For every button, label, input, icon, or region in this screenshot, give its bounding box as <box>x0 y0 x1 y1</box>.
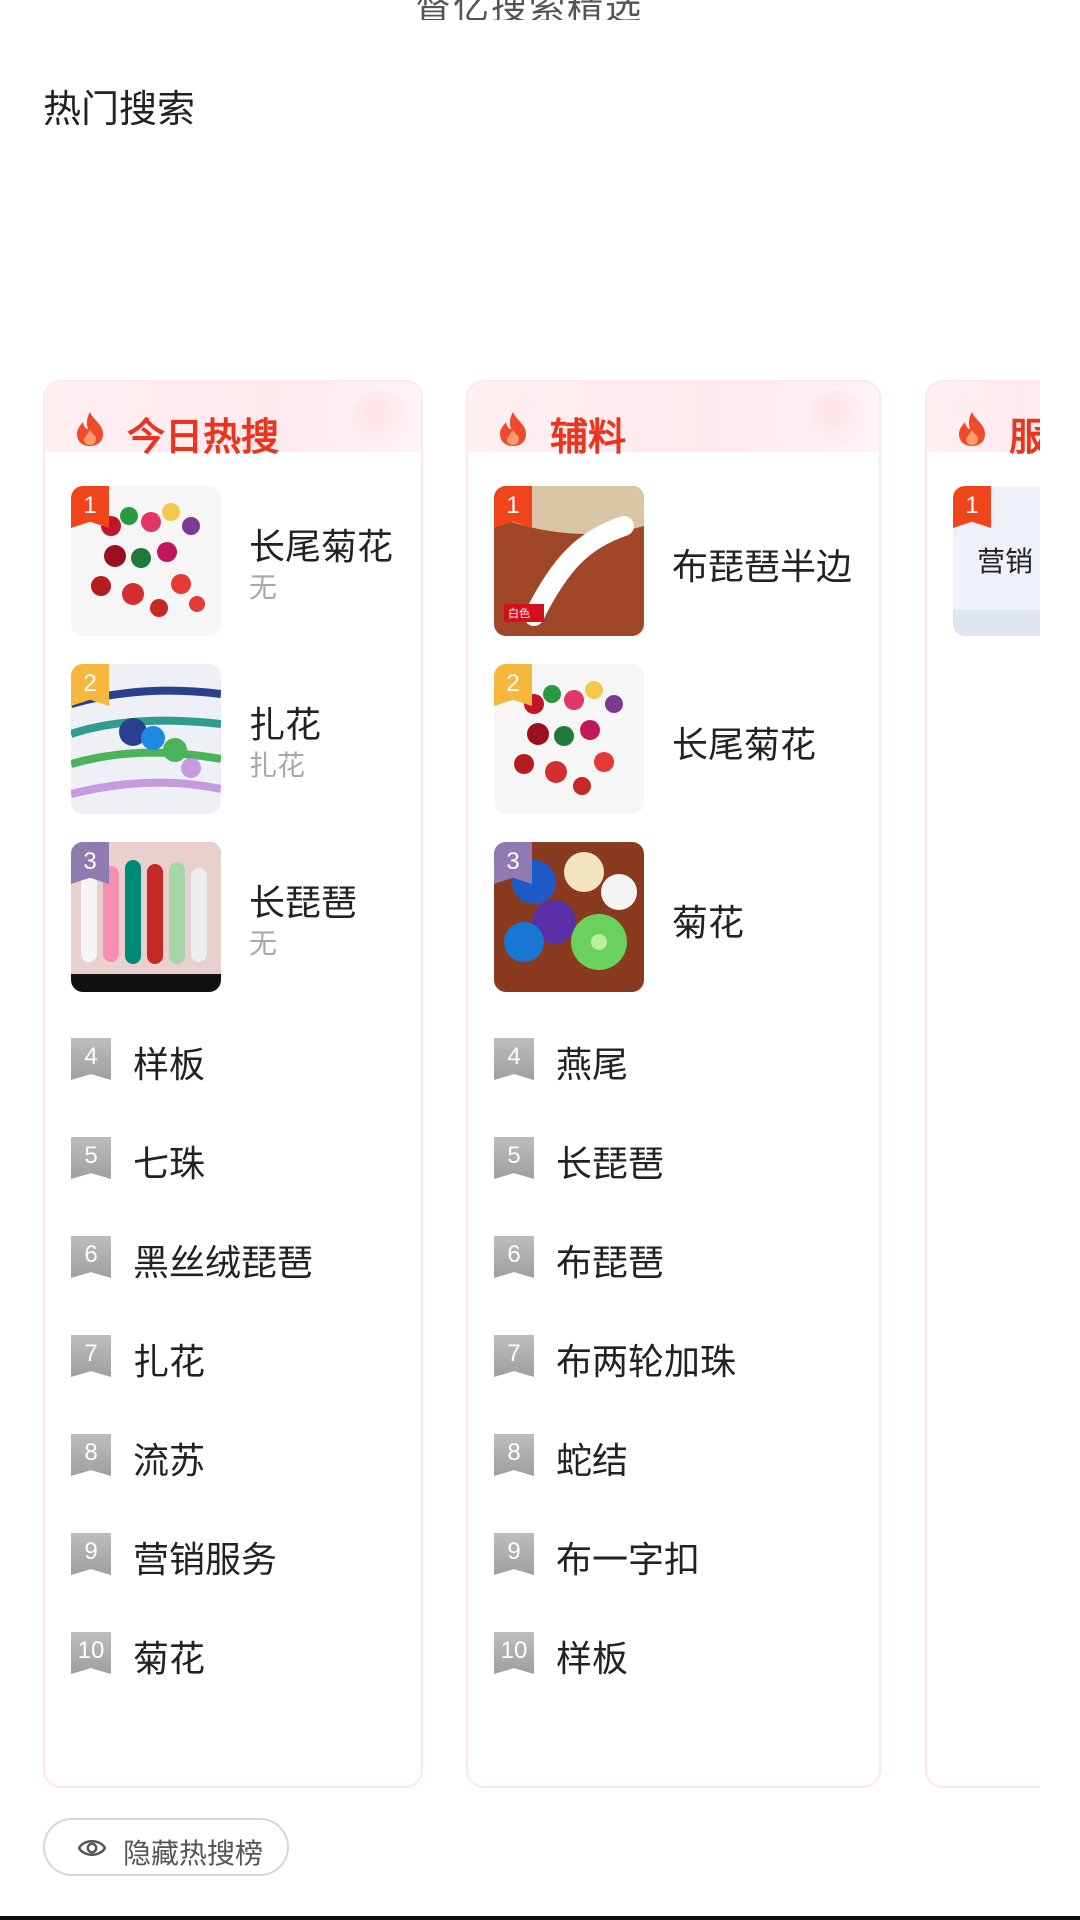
rank-badge: 6 <box>494 1236 534 1278</box>
list-item-name: 长琵琶 <box>556 1143 665 1184</box>
rank-badge: 10 <box>494 1632 534 1674</box>
item-name: 长尾菊花 <box>672 724 817 765</box>
item-name: 布琵琶半边 <box>672 546 853 587</box>
item-name: 长琵琶 <box>249 882 358 923</box>
board-accessories: 辅料 1 白色 布琵琶半边 2 长尾菊花 3 菊花 4 燕尾 5 长琵琶 6 布… <box>466 380 881 1788</box>
list-item[interactable]: 8 流苏 <box>71 1424 401 1484</box>
product-thumbnail: 2 <box>71 664 221 814</box>
list-item[interactable]: 10 样板 <box>494 1622 824 1682</box>
item-name: 菊花 <box>672 902 745 943</box>
board-header: 今日热搜 <box>45 382 421 459</box>
product-thumbnail: 3 <box>494 842 644 992</box>
rank-badge: 5 <box>494 1137 534 1179</box>
board-header: 辅料 <box>468 382 879 459</box>
list-item[interactable]: 4 样板 <box>71 1028 401 1088</box>
list-item[interactable]: 7 布两轮加珠 <box>494 1325 824 1385</box>
product-thumbnail: 2 <box>494 664 644 814</box>
board-today-hot: 今日热搜 1 长尾菊花 无 2 扎花 扎花 3 长琵琶 无 4 样板 5 七珠 … <box>43 380 423 1788</box>
list-item[interactable]: 6 布琵琶 <box>494 1226 824 1286</box>
top-item-3[interactable]: 3 长琵琶 无 <box>71 842 391 992</box>
rank-badge: 5 <box>71 1137 111 1179</box>
hot-boards-scroller[interactable]: 今日热搜 1 长尾菊花 无 2 扎花 扎花 3 长琵琶 无 4 样板 5 七珠 … <box>0 378 1040 1798</box>
list-item[interactable]: 5 长琵琶 <box>494 1127 824 1187</box>
product-thumbnail: 1 <box>71 486 221 636</box>
list-item-name: 黑丝绒琵琶 <box>133 1242 314 1283</box>
list-item[interactable]: 8 蛇结 <box>494 1424 824 1484</box>
list-item-name: 布一字扣 <box>556 1539 701 1580</box>
list-item[interactable]: 9 布一字扣 <box>494 1523 824 1583</box>
board-apparel-partial: 服 营销 1 <box>925 380 1040 1788</box>
list-item-name: 七珠 <box>133 1143 206 1184</box>
partial-title-text: 督亿搜索精选 <box>415 0 643 20</box>
rank-badge: 8 <box>494 1434 534 1476</box>
top-partial-title: 督亿搜索精选 <box>0 0 1080 20</box>
top-item-2[interactable]: 2 长尾菊花 <box>494 664 817 814</box>
fire-icon <box>959 412 985 446</box>
list-item[interactable]: 9 营销服务 <box>71 1523 401 1583</box>
list-item-name: 燕尾 <box>556 1044 629 1085</box>
eye-icon <box>77 1840 107 1856</box>
item-subtitle: 扎花 <box>249 750 306 781</box>
list-item-name: 流苏 <box>133 1440 206 1481</box>
thumb-text: 营销 <box>977 546 1034 577</box>
header-decoration <box>351 390 407 446</box>
hide-button-label: 隐藏热搜榜 <box>123 1838 264 1869</box>
list-item-name: 扎花 <box>133 1341 206 1382</box>
list-item-name: 蛇结 <box>556 1440 629 1481</box>
list-item[interactable]: 7 扎花 <box>71 1325 401 1385</box>
rank-badge: 9 <box>71 1533 111 1575</box>
rank-badge: 7 <box>71 1335 111 1377</box>
list-item[interactable]: 10 菊花 <box>71 1622 401 1682</box>
top-item-2[interactable]: 2 扎花 扎花 <box>71 664 391 814</box>
top-item-1[interactable]: 营销 1 <box>953 486 1040 636</box>
item-subtitle: 无 <box>249 572 278 603</box>
item-name: 长尾菊花 <box>249 526 394 567</box>
list-item[interactable]: 5 七珠 <box>71 1127 401 1187</box>
hide-hot-search-button[interactable]: 隐藏热搜榜 <box>43 1818 289 1876</box>
list-item-name: 营销服务 <box>133 1539 278 1580</box>
top-item-1[interactable]: 1 白色 布琵琶半边 <box>494 486 852 636</box>
item-name: 扎花 <box>249 704 322 745</box>
list-item-name: 布两轮加珠 <box>556 1341 737 1382</box>
board-title: 服 <box>1009 406 1040 461</box>
board-header: 服 <box>927 382 1040 459</box>
rank-badge: 9 <box>494 1533 534 1575</box>
list-item-name: 样板 <box>133 1044 206 1085</box>
rank-badge: 8 <box>71 1434 111 1476</box>
list-item-name: 菊花 <box>133 1638 206 1679</box>
rank-badge: 6 <box>71 1236 111 1278</box>
rank-badge: 4 <box>71 1038 111 1080</box>
list-item[interactable]: 4 燕尾 <box>494 1028 824 1088</box>
product-thumbnail: 1 白色 <box>494 486 644 636</box>
list-item[interactable]: 6 黑丝绒琵琶 <box>71 1226 401 1286</box>
list-item-name: 布琵琶 <box>556 1242 665 1283</box>
list-item-name: 样板 <box>556 1638 629 1679</box>
thumb-label: 白色 <box>508 608 530 620</box>
bottom-edge-bar <box>0 1916 1080 1920</box>
fire-icon <box>77 412 103 446</box>
rank-badge: 7 <box>494 1335 534 1377</box>
board-title: 辅料 <box>550 417 627 459</box>
header-decoration <box>809 390 865 446</box>
product-thumbnail: 营销 1 <box>953 486 1040 636</box>
top-item-1[interactable]: 1 长尾菊花 无 <box>71 486 394 636</box>
fire-icon <box>500 412 526 446</box>
item-subtitle: 无 <box>249 928 278 959</box>
board-title: 今日热搜 <box>127 417 280 459</box>
rank-badge: 4 <box>494 1038 534 1080</box>
hot-search-title: 热门搜索 <box>43 89 196 131</box>
top-item-3[interactable]: 3 菊花 <box>494 842 814 992</box>
rank-badge: 10 <box>71 1632 111 1674</box>
product-thumbnail: 3 <box>71 842 221 992</box>
